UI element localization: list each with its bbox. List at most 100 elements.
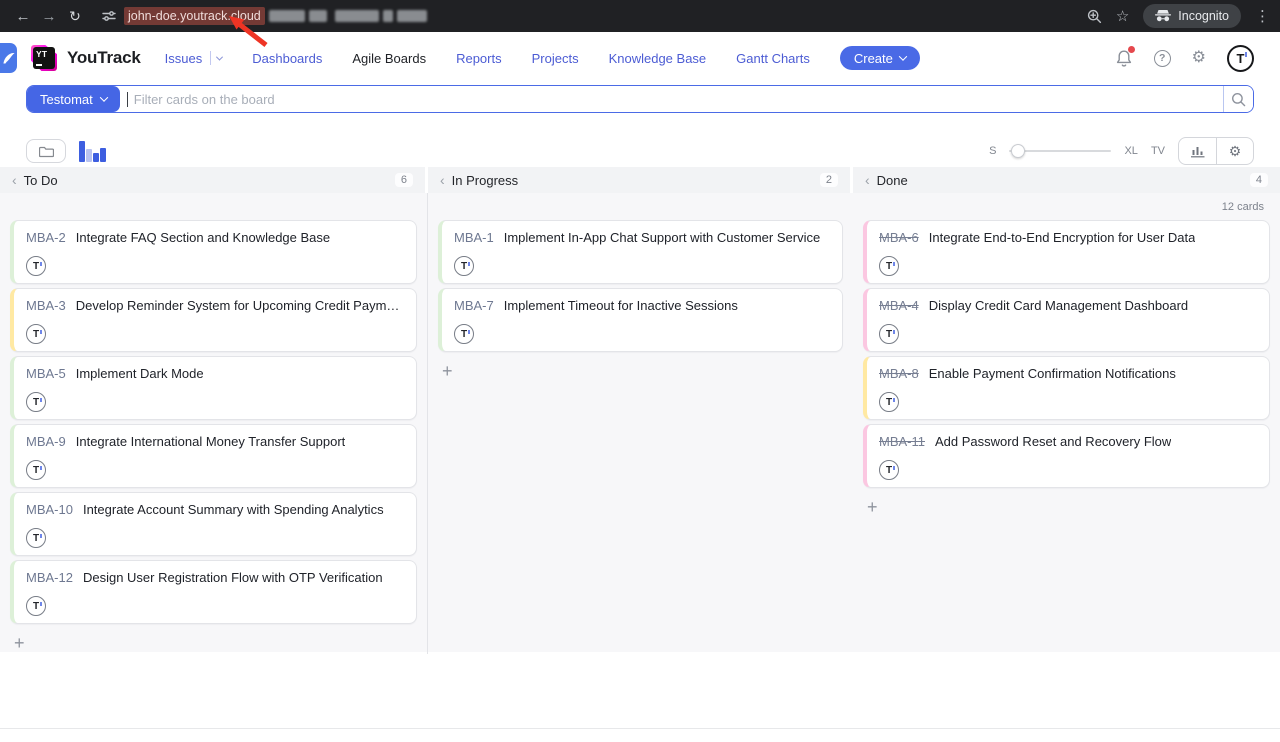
create-button[interactable]: Create — [840, 46, 920, 70]
issue-title[interactable]: Integrate End-to-End Encryption for User… — [929, 230, 1196, 245]
board-chart-toggle-icon[interactable] — [79, 140, 107, 162]
board-card[interactable]: MBA-5 Implement Dark Mode T — [10, 356, 417, 420]
filter-field[interactable] — [120, 86, 1223, 112]
filter-input[interactable] — [128, 92, 1223, 107]
view-controls: S XL TV ⚙ — [26, 138, 1254, 164]
slider-knob[interactable] — [1011, 144, 1025, 158]
board-card[interactable]: MBA-8 Enable Payment Confirmation Notific… — [863, 356, 1270, 420]
issue-id[interactable]: MBA-3 — [26, 298, 66, 313]
issue-id[interactable]: MBA-10 — [26, 502, 73, 517]
board-card[interactable]: MBA-2 Integrate FAQ Section and Knowledge… — [10, 220, 417, 284]
column-header-in-progress[interactable]: ‹ In Progress 2 — [428, 167, 853, 193]
issue-id[interactable]: MBA-8 — [879, 366, 919, 381]
issue-title[interactable]: Integrate International Money Transfer S… — [76, 434, 346, 449]
column-headers: ‹ To Do 6 ‹ In Progress 2 ‹ Done 4 — [0, 167, 1280, 193]
issue-title[interactable]: Implement Dark Mode — [76, 366, 204, 381]
site-settings-icon[interactable] — [102, 9, 116, 23]
board-card[interactable]: MBA-9 Integrate International Money Trans… — [10, 424, 417, 488]
search-button[interactable] — [1223, 86, 1253, 112]
tv-mode-button[interactable]: TV — [1151, 145, 1165, 157]
issue-title[interactable]: Integrate FAQ Section and Knowledge Base — [76, 230, 330, 245]
issue-title[interactable]: Implement In-App Chat Support with Custo… — [504, 230, 820, 245]
settings-gear-icon[interactable]: ⚙ — [1192, 50, 1206, 66]
assignee-avatar-icon[interactable]: T — [26, 460, 46, 480]
issue-id[interactable]: MBA-5 — [26, 366, 66, 381]
board-settings-button[interactable]: ⚙ — [1216, 138, 1253, 164]
issue-id[interactable]: MBA-11 — [879, 434, 925, 449]
board-card[interactable]: MBA-4 Display Credit Card Management Dash… — [863, 288, 1270, 352]
issue-id[interactable]: MBA-2 — [26, 230, 66, 245]
nav-projects[interactable]: Projects — [532, 51, 579, 66]
user-avatar[interactable]: T — [1227, 45, 1254, 72]
assignee-avatar-icon[interactable]: T — [26, 256, 46, 276]
issue-title[interactable]: Add Password Reset and Recovery Flow — [935, 434, 1171, 449]
nav-issues[interactable]: Issues — [165, 51, 223, 66]
board-card[interactable]: MBA-10 Integrate Account Summary with Spe… — [10, 492, 417, 556]
issue-id[interactable]: MBA-1 — [454, 230, 494, 245]
issue-title[interactable]: Design User Registration Flow with OTP V… — [83, 570, 383, 585]
card-size-max-label: XL — [1124, 145, 1137, 157]
assignee-avatar-icon[interactable]: T — [26, 324, 46, 344]
assignee-avatar-icon[interactable]: T — [454, 324, 474, 344]
board-card[interactable]: MBA-1 Implement In-App Chat Support with … — [438, 220, 843, 284]
assignee-avatar-icon[interactable]: T — [26, 392, 46, 412]
board-card[interactable]: MBA-12 Design User Registration Flow with… — [10, 560, 417, 624]
board-card[interactable]: MBA-6 Integrate End-to-End Encryption for… — [863, 220, 1270, 284]
add-card-button[interactable]: + — [440, 362, 455, 380]
column-header-todo[interactable]: ‹ To Do 6 — [0, 167, 428, 193]
assignee-avatar-icon[interactable]: T — [26, 596, 46, 616]
board-card[interactable]: MBA-7 Implement Timeout for Inactive Sess… — [438, 288, 843, 352]
youtrack-logo[interactable]: YT — [30, 44, 58, 72]
assignee-avatar-icon[interactable]: T — [26, 528, 46, 548]
column-header-done[interactable]: ‹ Done 4 — [853, 167, 1280, 193]
issue-id[interactable]: MBA-6 — [879, 230, 919, 245]
nav-knowledge-base[interactable]: Knowledge Base — [609, 51, 707, 66]
nav-agile-boards[interactable]: Agile Boards — [352, 51, 426, 66]
add-card-button[interactable]: + — [12, 634, 27, 652]
search-icon — [1231, 92, 1246, 107]
add-card-button[interactable]: + — [865, 498, 880, 516]
browser-forward-button[interactable]: → — [36, 3, 62, 29]
issue-title[interactable]: Display Credit Card Management Dashboard — [929, 298, 1188, 313]
bookmark-star-icon[interactable]: ☆ — [1116, 7, 1129, 25]
board-card[interactable]: MBA-3 Develop Reminder System for Upcomin… — [10, 288, 417, 352]
issue-title[interactable]: Integrate Account Summary with Spending … — [83, 502, 384, 517]
issue-id[interactable]: MBA-4 — [879, 298, 919, 313]
issue-title[interactable]: Enable Payment Confirmation Notification… — [929, 366, 1176, 381]
help-icon[interactable]: ? — [1154, 50, 1171, 67]
nav-gantt-charts[interactable]: Gantt Charts — [736, 51, 810, 66]
browser-menu-icon[interactable]: ⋮ — [1255, 7, 1270, 25]
assignee-avatar-icon[interactable]: T — [879, 256, 899, 276]
notifications-bell-icon[interactable] — [1115, 49, 1133, 68]
board-card[interactable]: MBA-11 Add Password Reset and Recovery Fl… — [863, 424, 1270, 488]
assignee-avatar-icon[interactable]: T — [879, 392, 899, 412]
collapse-column-icon[interactable]: ‹ — [440, 173, 445, 187]
column-todo: MBA-2 Integrate FAQ Section and Knowledge… — [0, 193, 428, 654]
collapse-column-icon[interactable]: ‹ — [865, 173, 870, 187]
collapse-column-icon[interactable]: ‹ — [12, 173, 17, 187]
zoom-icon[interactable] — [1087, 9, 1102, 24]
feather-icon — [2, 52, 15, 65]
extension-tab[interactable] — [0, 43, 17, 73]
url-text[interactable]: john-doe.youtrack.cloud — [124, 7, 265, 25]
browser-reload-button[interactable]: ↻ — [62, 3, 88, 29]
issue-title[interactable]: Develop Reminder System for Upcoming Cre… — [76, 298, 406, 313]
chevron-down-icon[interactable] — [216, 53, 223, 60]
board-selector-button[interactable]: Testomat — [27, 86, 120, 112]
card-size-slider[interactable] — [1009, 144, 1111, 158]
assignee-avatar-icon[interactable]: T — [879, 460, 899, 480]
redacted-url-segment — [269, 10, 305, 22]
chart-view-button[interactable] — [1179, 138, 1216, 164]
assignee-avatar-icon[interactable]: T — [454, 256, 474, 276]
nav-dashboards[interactable]: Dashboards — [252, 51, 322, 66]
issue-title[interactable]: Implement Timeout for Inactive Sessions — [504, 298, 738, 313]
nav-reports[interactable]: Reports — [456, 51, 502, 66]
issue-id[interactable]: MBA-12 — [26, 570, 73, 585]
app-header: YT YouTrack Issues Dashboards Agile Boar… — [0, 32, 1280, 84]
assignee-avatar-icon[interactable]: T — [879, 324, 899, 344]
issue-id[interactable]: MBA-7 — [454, 298, 494, 313]
issue-id[interactable]: MBA-9 — [26, 434, 66, 449]
backlog-button[interactable] — [26, 139, 66, 163]
address-bar[interactable]: john-doe.youtrack.cloud — [124, 7, 1087, 25]
browser-back-button[interactable]: ← — [10, 3, 36, 29]
